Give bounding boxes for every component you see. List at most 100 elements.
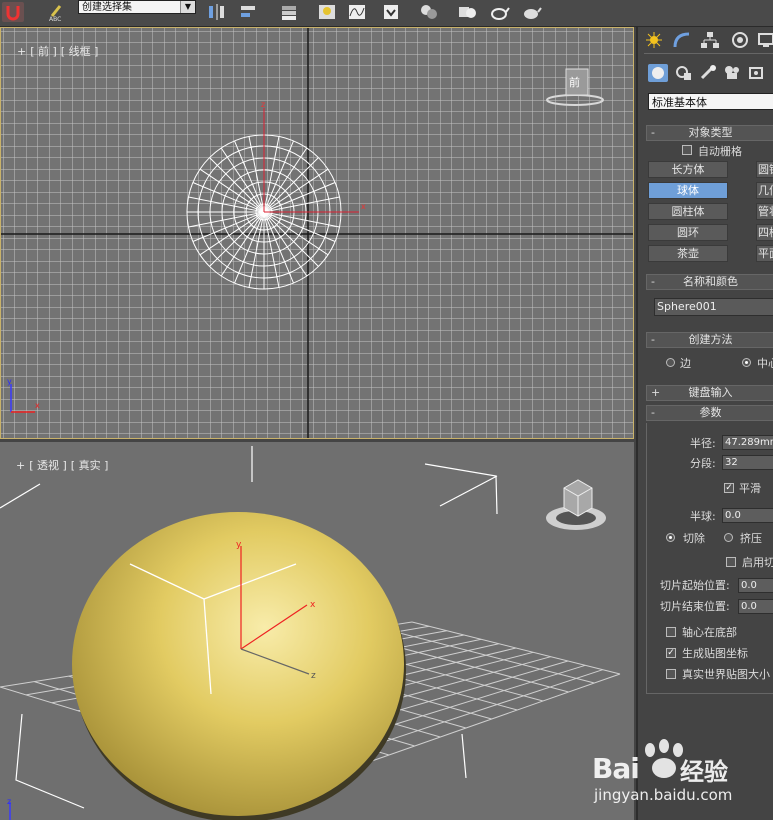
rollout-toggle[interactable]: - [651,406,655,420]
align-icon[interactable] [238,2,260,22]
svg-text:ABC: ABC [49,16,61,22]
real-world-map-checkbox[interactable] [666,669,676,679]
chop-radio[interactable] [666,533,675,542]
object-type-button[interactable]: 管状 [756,203,773,220]
curve-editor-icon[interactable] [316,2,338,22]
magnet-icon[interactable] [2,2,24,22]
radius-field[interactable]: 47.289mm [722,435,773,450]
gizmo-z-label: z [261,100,265,109]
creation-method-title: 创建方法 [688,333,733,346]
material-editor-icon[interactable] [380,2,402,22]
sphere-object [72,512,404,816]
segments-field[interactable]: 32 [722,455,773,470]
parameters-header[interactable]: - 参数 [646,405,773,421]
keyboard-entry-title: 键盘输入 [688,386,733,399]
object-type-button[interactable]: 圆柱体 [648,203,728,220]
watermark-brand: Bai [592,752,640,785]
motion-tab[interactable] [730,31,750,49]
radius-label: 半径: [690,437,716,450]
object-type-button[interactable]: 长方体 [648,161,728,178]
object-type-button[interactable]: 平面 [756,245,773,262]
axis-y-label: y [7,377,12,386]
perspective-scene: y x z z [0,446,621,820]
teapot-active-icon[interactable] [520,2,542,22]
slice-from-field[interactable]: 0.0 [738,578,773,593]
slice-on-checkbox[interactable] [726,557,736,567]
hemisphere-field[interactable]: 0.0 [722,508,773,523]
object-type-button[interactable]: 四棱 [756,224,773,241]
base-to-pivot-label: 轴心在底部 [682,626,737,639]
category-dropdown[interactable]: 标准基本体 [648,93,773,110]
display-tab[interactable] [756,31,773,49]
hierarchy-tab[interactable] [700,31,720,49]
edge-radio[interactable] [666,358,675,367]
teapot-render-icon[interactable] [488,2,510,22]
name-color-header[interactable]: - 名称和颜色 [646,274,773,290]
front-viewport-label[interactable]: + [ 前 ] [ 线框 ] [3,30,102,72]
squash-radio[interactable] [724,533,733,542]
helpers-icon[interactable] [746,64,766,82]
segments-label: 分段: [690,457,716,470]
slice-to-field[interactable]: 0.0 [738,599,773,614]
front-viewport[interactable]: z x y x + [ 前 ] [ 线框 ] 前 [0,27,634,439]
squash-label: 挤压 [740,532,762,545]
cameras-icon[interactable] [722,64,742,82]
center-radio[interactable] [742,358,751,367]
perspective-viewport[interactable]: y x z z + [ 透视 ] [ 真实 ] [0,442,634,820]
real-world-map-label: 真实世界贴图大小 [682,668,770,681]
schematic-icon[interactable] [346,2,368,22]
chevron-down-icon[interactable]: ▼ [180,1,195,13]
selection-set-dropdown[interactable]: 创建选择集 ▼ [78,0,196,14]
smooth-checkbox[interactable]: ✓ [724,483,734,493]
object-type-button[interactable]: 球体 [648,182,728,199]
gen-map-coords-checkbox[interactable]: ✓ [666,648,676,658]
slice-to-label: 切片结束位置: [660,600,730,613]
creation-method-header[interactable]: - 创建方法 [646,332,773,348]
base-to-pivot-checkbox[interactable] [666,627,676,637]
perspective-viewport-label[interactable]: + [ 透视 ] [ 真实 ] [2,444,112,486]
viewport-menu-plus[interactable]: + [16,459,25,472]
rollout-toggle[interactable]: - [651,333,655,347]
name-color-title: 名称和颜色 [683,275,738,288]
rollout-border [646,693,773,694]
rollout-border [646,423,647,693]
main-toolbar: ABC 创建选择集 ▼ [0,0,773,27]
viewport-view-label[interactable]: [ 前 ] [30,45,57,58]
slice-from-label: 切片起始位置: [660,579,730,592]
render-setup-icon[interactable] [418,2,440,22]
render-frame-icon[interactable] [456,2,478,22]
object-name-field[interactable]: Sphere001 [654,298,773,316]
modify-tab[interactable] [672,31,692,49]
object-type-button[interactable]: 茶壶 [648,245,728,262]
object-type-button[interactable]: 几何球 [756,182,773,199]
create-tab[interactable] [644,31,664,49]
geometry-icon[interactable] [648,64,668,82]
gizmo-y-label: y [236,540,242,550]
parameters-title: 参数 [699,406,722,419]
gizmo-x-label: x [310,600,316,610]
viewport-shading-label[interactable]: [ 线框 ] [61,45,99,58]
pencil-abc-icon[interactable]: ABC [46,2,68,23]
lights-icon[interactable] [698,64,718,82]
watermark-url: jingyan.baidu.com [594,786,733,804]
layer-icon[interactable] [278,2,300,22]
object-type-header[interactable]: - 对象类型 [646,125,773,141]
rollout-toggle[interactable]: - [651,275,655,289]
rollout-toggle[interactable]: + [651,386,660,400]
viewport-view-label[interactable]: [ 透视 ] [29,459,67,472]
autogrid-checkbox[interactable] [682,145,692,155]
rollout-toggle[interactable]: - [651,126,655,140]
viewport-menu-plus[interactable]: + [17,45,26,58]
viewport-shading-label[interactable]: [ 真实 ] [71,459,109,472]
keyboard-entry-header[interactable]: + 键盘输入 [646,385,773,401]
shapes-icon[interactable] [674,64,694,82]
object-type-button[interactable]: 圆锥 [756,161,773,178]
viewcube[interactable]: 前 [545,66,605,108]
gizmo-x-label: x [361,202,366,211]
command-panel: 标准基本体 - 对象类型 自动栅格 长方体 圆锥球体 几何球圆柱体 管状圆环 四棱茶壶 平… [636,27,773,820]
object-type-button[interactable]: 圆环 [648,224,728,241]
mirror-icon[interactable] [206,2,228,22]
viewcube[interactable] [542,474,610,536]
watermark-brand-cn: 经验 [680,758,728,786]
autogrid-label: 自动栅格 [698,145,742,158]
